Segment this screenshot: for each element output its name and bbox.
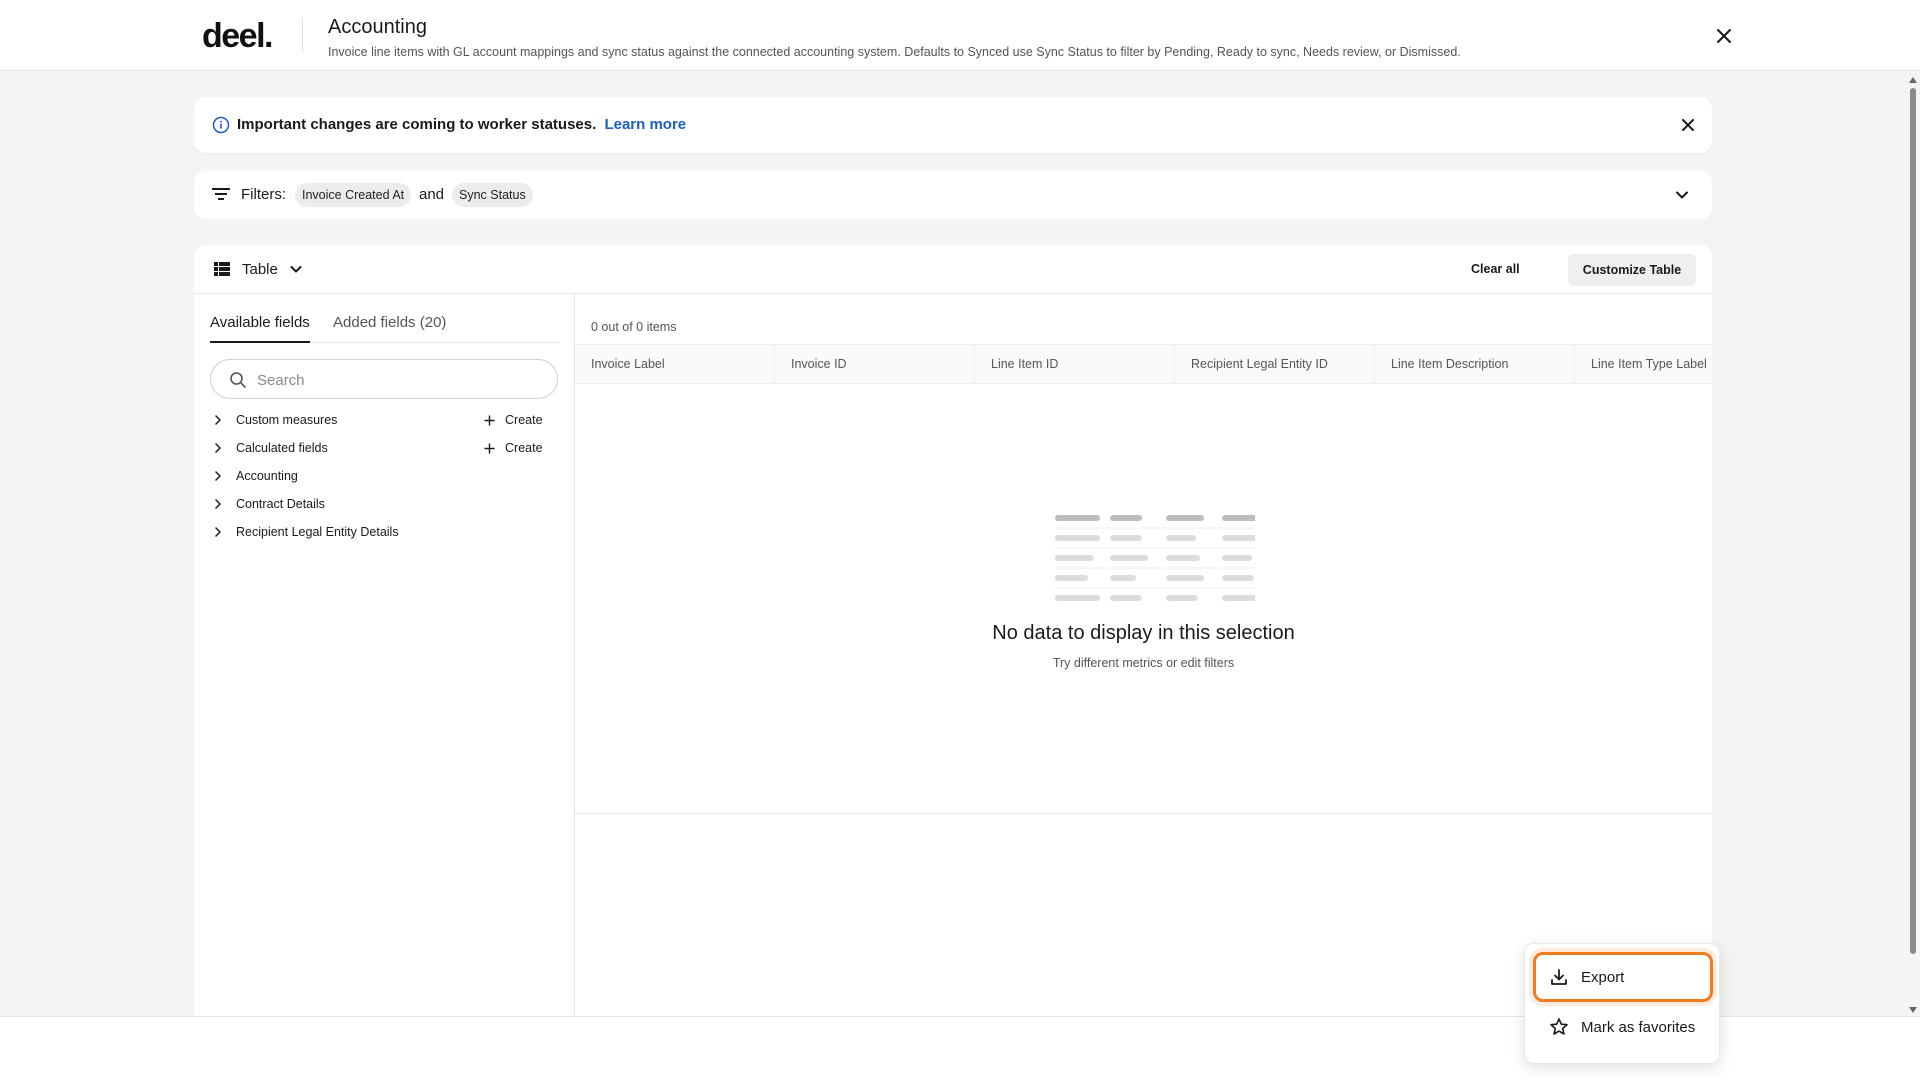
- chevron-down-icon: [290, 266, 302, 273]
- table-icon: [214, 262, 230, 276]
- scroll-down-arrow[interactable]: [1909, 1007, 1917, 1013]
- plus-icon: [484, 415, 495, 425]
- filter-chip-sync-status[interactable]: Sync Status: [452, 183, 533, 207]
- column-header-recipient-legal-entity-id[interactable]: Recipient Legal Entity ID: [1175, 345, 1375, 383]
- mark-as-favorites-menu-item[interactable]: Mark as favorites: [1533, 1002, 1713, 1052]
- download-icon: [1549, 967, 1569, 987]
- tree-item-label: Recipient Legal Entity Details: [236, 525, 399, 539]
- info-banner: Important changes are coming to worker s…: [194, 97, 1712, 153]
- scroll-up-arrow[interactable]: [1909, 77, 1917, 83]
- results-table: 0 out of 0 items Invoice Label Invoice I…: [575, 294, 1712, 814]
- tree-item-calculated-fields[interactable]: Calculated fields Create: [214, 438, 554, 458]
- view-type-label: Table: [242, 260, 278, 278]
- actions-menu: Export Mark as favorites: [1524, 943, 1720, 1064]
- column-header-invoice-label[interactable]: Invoice Label: [575, 345, 775, 383]
- create-calculated-field-button[interactable]: Create: [484, 438, 543, 458]
- empty-table-illustration: [1055, 515, 1255, 601]
- filters-conjunction: and: [419, 186, 445, 203]
- banner-message: Important changes are coming to worker s…: [237, 116, 686, 134]
- page-scrollbar[interactable]: [1906, 72, 1920, 1016]
- view-type-select[interactable]: Table: [214, 257, 304, 281]
- column-header-line-item-id[interactable]: Line Item ID: [975, 345, 1175, 383]
- filter-icon: [212, 188, 230, 200]
- close-icon: [1717, 29, 1731, 43]
- filters-label: Filters:: [241, 186, 286, 203]
- tree-item-custom-measures[interactable]: Custom measures Create: [214, 410, 554, 430]
- create-label: Create: [505, 441, 543, 455]
- dismiss-banner-button[interactable]: [1678, 115, 1698, 135]
- close-icon: [1682, 119, 1694, 131]
- column-header-line-item-description[interactable]: Line Item Description: [1375, 345, 1575, 383]
- fields-search[interactable]: [210, 359, 558, 399]
- column-header-invoice-id[interactable]: Invoice ID: [775, 345, 975, 383]
- export-menu-item[interactable]: Export: [1533, 952, 1713, 1002]
- chevron-right-icon: [214, 466, 224, 486]
- tree-item-label: Calculated fields: [236, 441, 328, 455]
- page-title: Accounting: [328, 16, 427, 38]
- chevron-down-icon[interactable]: [1672, 185, 1692, 205]
- chevron-right-icon: [214, 410, 224, 430]
- star-icon: [1549, 1017, 1569, 1037]
- create-label: Create: [505, 413, 543, 427]
- plus-icon: [484, 443, 495, 453]
- tree-item-contract-details[interactable]: Contract Details: [214, 494, 554, 514]
- report-card: Table Clear all Customize Table Availabl…: [194, 245, 1712, 1074]
- chevron-right-icon: [214, 438, 224, 458]
- customize-table-button[interactable]: Customize Table: [1568, 254, 1696, 286]
- header-divider: [302, 18, 303, 52]
- column-header-line-item-type-label[interactable]: Line Item Type Label: [1575, 345, 1712, 383]
- tab-added-fields[interactable]: Added fields (20): [333, 314, 446, 341]
- filters-bar: Filters: Invoice Created At and Sync Sta…: [194, 171, 1712, 219]
- search-input[interactable]: [257, 369, 537, 391]
- learn-more-link[interactable]: Learn more: [604, 116, 686, 133]
- tree-item-recipient-legal-entity-details[interactable]: Recipient Legal Entity Details: [214, 522, 554, 542]
- tree-item-label: Contract Details: [236, 497, 325, 511]
- report-toolbar: Table Clear all Customize Table: [194, 245, 1712, 294]
- tree-item-accounting[interactable]: Accounting: [214, 466, 554, 486]
- fields-panel: Available fields Added fields (20) Custo…: [194, 294, 575, 1074]
- create-custom-measure-button[interactable]: Create: [484, 410, 543, 430]
- fields-tabs: Available fields Added fields (20): [210, 294, 560, 343]
- info-icon: [212, 116, 230, 134]
- tab-available-fields[interactable]: Available fields: [210, 314, 310, 343]
- tree-item-label: Custom measures: [236, 413, 338, 427]
- close-page-button[interactable]: [1712, 24, 1736, 48]
- banner-text: Important changes are coming to worker s…: [237, 116, 597, 133]
- chevron-right-icon: [214, 494, 224, 514]
- search-icon: [230, 372, 246, 388]
- empty-state-title: No data to display in this selection: [992, 622, 1295, 644]
- tree-item-label: Accounting: [236, 469, 298, 483]
- page-subtitle: Invoice line items with GL account mappi…: [328, 45, 1461, 59]
- mark-as-favorites-label: Mark as favorites: [1581, 1018, 1696, 1036]
- clear-all-button[interactable]: Clear all: [1471, 261, 1520, 277]
- export-label: Export: [1581, 968, 1625, 986]
- filter-chip-invoice-created-at[interactable]: Invoice Created At: [295, 183, 412, 207]
- chevron-right-icon: [214, 522, 224, 542]
- scroll-thumb[interactable]: [1910, 88, 1916, 954]
- deel-logo[interactable]: deel.: [202, 17, 273, 55]
- table-header-row: Invoice Label Invoice ID Line Item ID Re…: [575, 344, 1712, 384]
- app-header: deel. Accounting Invoice line items with…: [0, 0, 1920, 71]
- empty-state-subtitle: Try different metrics or edit filters: [1052, 656, 1235, 670]
- items-count: 0 out of 0 items: [591, 320, 677, 334]
